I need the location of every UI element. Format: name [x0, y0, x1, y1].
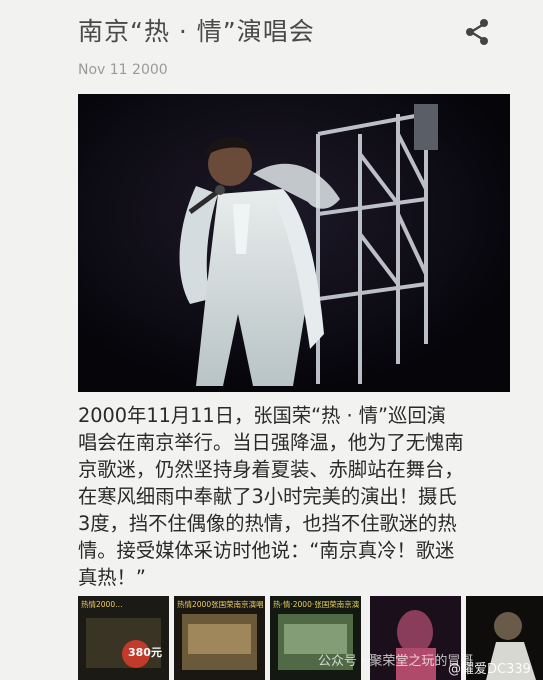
- weibo-watermark: @耀爱DC339: [448, 662, 531, 677]
- thumbnail-caption: 热情2000…: [81, 600, 123, 609]
- article-body: 2000年11月11日，张国荣“热 · 情”巡回演 唱会在南京举行。当日强降温，…: [78, 404, 464, 589]
- ticket-price: 380元: [128, 646, 162, 659]
- article-date: Nov 11 2000: [78, 62, 168, 78]
- share-button[interactable]: [462, 16, 492, 48]
- thumbnail-caption: 热·情·2000·张国荣南京演: [273, 600, 360, 609]
- concert-photo[interactable]: [78, 94, 510, 392]
- thumbnail-ticket[interactable]: 热情2000… 380元: [78, 596, 169, 680]
- thumbnail-stage-1[interactable]: 热情2000张国荣南京演唱: [174, 596, 265, 680]
- thumbnail-caption: 热情2000张国荣南京演唱: [177, 600, 264, 609]
- article-title: 南京“热 · 情”演唱会: [78, 17, 315, 46]
- article-header: 南京“热 · 情”演唱会: [0, 0, 543, 60]
- share-icon: [466, 19, 488, 45]
